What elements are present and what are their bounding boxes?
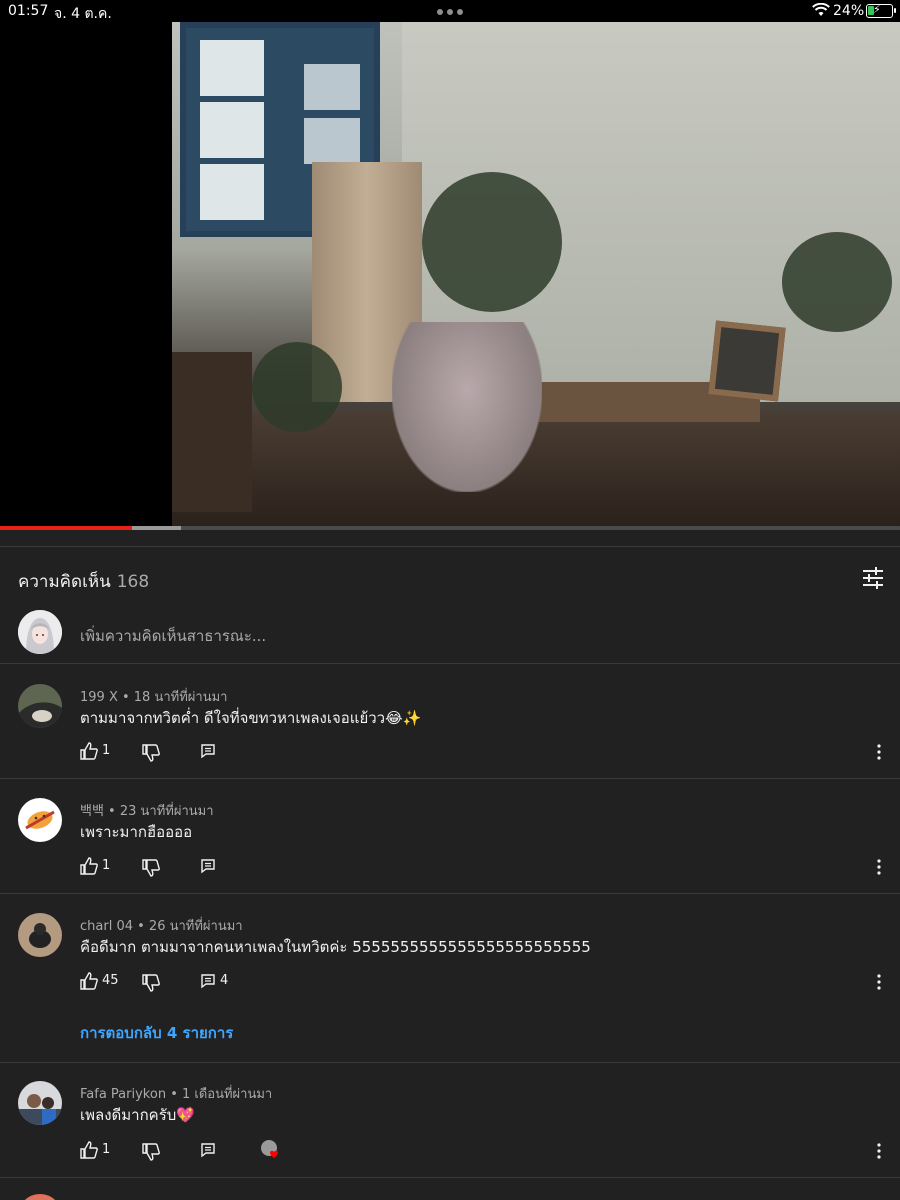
avatar[interactable] xyxy=(18,1081,62,1125)
divider xyxy=(0,546,900,547)
divider xyxy=(0,893,900,894)
multitasking-dots-icon[interactable] xyxy=(437,9,463,15)
avatar xyxy=(18,610,62,654)
add-comment-input[interactable]: เพิ่มความคิดเห็นสาธารณะ... xyxy=(80,624,266,648)
view-replies-link[interactable]: การตอบกลับ 4 รายการ xyxy=(80,1021,233,1045)
comments-count: 168 xyxy=(116,572,150,592)
video-frame xyxy=(172,22,900,526)
divider xyxy=(0,1062,900,1063)
battery-percent: 24% xyxy=(833,3,865,19)
avatar[interactable] xyxy=(18,798,62,842)
more-icon[interactable] xyxy=(872,858,886,876)
like-count: 45 xyxy=(102,973,119,988)
status-bar: 01:57 จ. 4 ต.ค. 24% ⚡ xyxy=(0,0,900,22)
battery-icon: ⚡ xyxy=(866,3,896,18)
like-count: 1 xyxy=(102,858,111,873)
like-icon[interactable] xyxy=(80,857,98,875)
dislike-icon[interactable] xyxy=(142,859,160,877)
wifi-icon xyxy=(812,3,830,16)
divider xyxy=(0,1177,900,1178)
add-comment-row[interactable]: เพิ่มความคิดเห็นสาธารณะ... xyxy=(0,608,900,656)
reply-icon[interactable] xyxy=(200,973,216,989)
next-comment-avatar[interactable] xyxy=(18,1194,62,1200)
like-icon[interactable] xyxy=(80,972,98,990)
comment-meta[interactable]: 199 X • 18 นาทีที่ผ่านมา xyxy=(80,686,227,707)
comment-actions: 1 xyxy=(80,1140,890,1161)
like-count: 1 xyxy=(102,1142,111,1157)
comments-title: ความคิดเห็น xyxy=(18,572,111,592)
comment-actions: 45 4 xyxy=(80,972,890,992)
reply-icon[interactable] xyxy=(200,1142,216,1158)
comments-header[interactable]: ความคิดเห็น 168 xyxy=(18,568,149,595)
comment-text: คือดีมาก ตามมาจากคนหาเพลงในทวิตค่ะ 55555… xyxy=(80,938,591,956)
progress-played xyxy=(0,526,133,530)
divider xyxy=(0,778,900,779)
more-icon[interactable] xyxy=(872,973,886,991)
comment-text: ตามมาจากทวิตค่ำ ดีใจที่จขทวหาเพลงเจอแย้ว… xyxy=(80,709,422,727)
like-icon[interactable] xyxy=(80,742,98,760)
comment-text: เพลงดีมากครับ💖 xyxy=(80,1106,195,1124)
dislike-icon[interactable] xyxy=(142,974,160,992)
more-icon[interactable] xyxy=(872,743,886,761)
like-count: 1 xyxy=(102,743,111,758)
comment-actions: 1 xyxy=(80,857,890,877)
dislike-icon[interactable] xyxy=(142,1143,160,1161)
reply-icon[interactable] xyxy=(200,743,216,759)
divider xyxy=(0,663,900,664)
video-player[interactable] xyxy=(0,22,900,526)
comment-meta[interactable]: charl 04 • 26 นาทีที่ผ่านมา xyxy=(80,915,243,936)
more-icon[interactable] xyxy=(872,1142,886,1160)
like-icon[interactable] xyxy=(80,1141,98,1159)
comment-text: เพราะมากฮืออออ xyxy=(80,823,193,841)
comment-actions: 1 xyxy=(80,742,890,762)
reply-icon[interactable] xyxy=(200,858,216,874)
reply-count: 4 xyxy=(220,973,229,988)
avatar[interactable] xyxy=(18,684,62,728)
comment-meta[interactable]: 백백 • 23 นาทีที่ผ่านมา xyxy=(80,800,214,821)
status-time: 01:57 xyxy=(8,3,49,19)
dislike-icon[interactable] xyxy=(142,744,160,762)
avatar[interactable] xyxy=(18,913,62,957)
creator-heart-icon xyxy=(261,1140,278,1158)
filter-icon[interactable] xyxy=(862,567,884,589)
video-progress-bar[interactable] xyxy=(0,526,900,530)
comment-meta[interactable]: Fafa Pariykon • 1 เดือนที่ผ่านมา xyxy=(80,1083,272,1104)
